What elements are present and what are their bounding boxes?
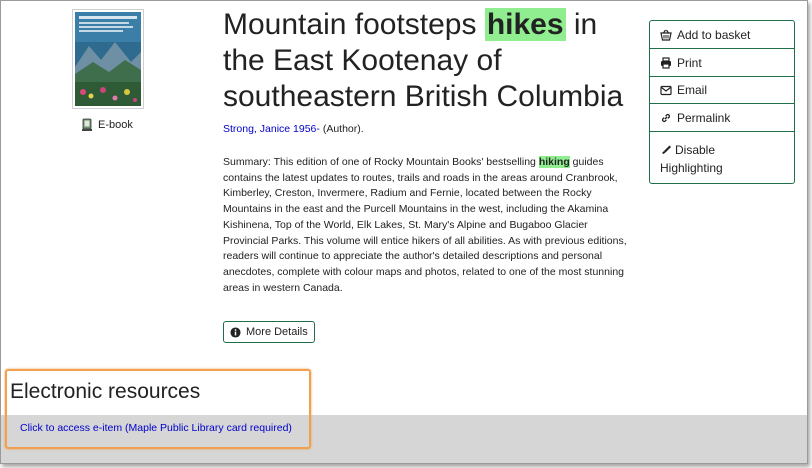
author-role: (Author).: [319, 123, 364, 135]
disable-highlighting-line-1: Disable: [660, 141, 784, 159]
info-circle-icon: [230, 326, 241, 338]
record-summary: Summary: This edition of one of Rocky Mo…: [223, 155, 633, 296]
permalink-label: Permalink: [677, 110, 731, 125]
format-indicator: E-book: [81, 118, 133, 132]
email-label: Email: [677, 83, 708, 97]
permalink-button[interactable]: Permalink: [649, 103, 795, 132]
print-label: Print: [677, 55, 702, 70]
add-to-basket-label: Add to basket: [677, 27, 751, 42]
format-label: E-book: [98, 119, 133, 131]
disable-label: Disable: [675, 143, 716, 157]
disable-highlighting-button[interactable]: Disable Highlighting: [649, 131, 795, 184]
ebook-icon: [82, 118, 92, 131]
more-details-label: More Details: [246, 326, 308, 338]
basket-icon: [660, 29, 672, 41]
add-to-basket-button[interactable]: Add to basket: [649, 20, 795, 49]
record-title: Mountain footsteps hikes in the East Koo…: [223, 7, 633, 115]
print-button[interactable]: Print: [649, 48, 795, 77]
highlighting-label: Highlighting: [660, 161, 723, 175]
envelope-icon: [660, 85, 672, 96]
author-link[interactable]: Strong, Janice 1956-: [223, 123, 320, 135]
link-icon: [661, 113, 671, 122]
book-cover-image[interactable]: [72, 9, 144, 109]
marker-icon: [662, 145, 671, 154]
record-actions-panel: Add to basket Print Email Permalink Disa…: [649, 20, 795, 184]
record-detail-page: E-book Mountain footsteps hikes in the E…: [0, 0, 808, 464]
summary-text-start: Summary: This edition of one of Rocky Mo…: [223, 156, 539, 168]
more-details-button[interactable]: More Details: [223, 321, 315, 343]
title-search-highlight: hikes: [484, 8, 566, 41]
summary-text-end: guides contains the latest updates to ro…: [223, 156, 627, 294]
summary-search-highlight: hiking: [538, 156, 570, 168]
title-text-start: Mountain footsteps: [223, 8, 485, 41]
annotation-highlight-box: [5, 369, 311, 449]
print-icon: [661, 56, 671, 69]
author-line: Strong, Janice 1956- (Author).: [223, 123, 364, 135]
email-button[interactable]: Email: [649, 76, 795, 104]
